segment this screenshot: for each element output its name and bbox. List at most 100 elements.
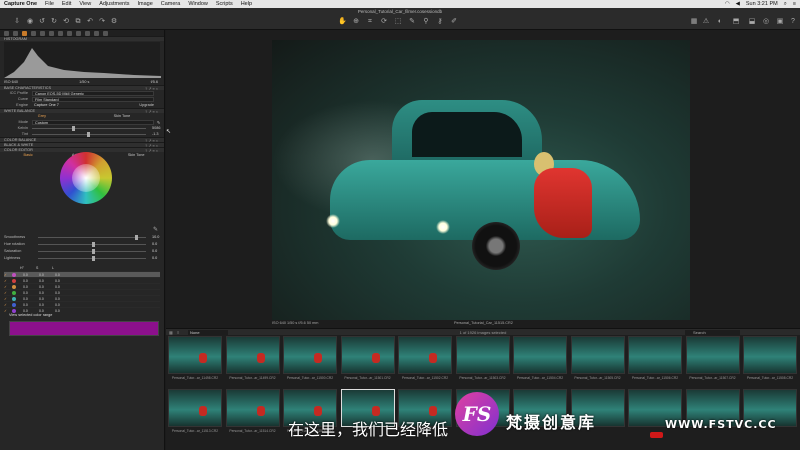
check-icon[interactable]: ✓ xyxy=(4,309,9,313)
import-icon[interactable]: ⇩ xyxy=(13,18,21,26)
smoothness-slider[interactable] xyxy=(38,234,146,240)
kelvin-knob[interactable] xyxy=(71,125,75,131)
hue-rotation-value[interactable]: 0.0 xyxy=(152,242,162,246)
menu-view[interactable]: View xyxy=(79,1,91,7)
check-icon[interactable]: ✓ xyxy=(4,291,9,295)
tab-skin-tone-editor[interactable]: Skin Tone xyxy=(128,153,145,157)
keystone-tool-icon[interactable]: ⬚ xyxy=(394,18,402,26)
color-row-s[interactable]: 0.0 xyxy=(39,297,55,301)
color-picker-icon[interactable]: ✎ xyxy=(153,226,158,233)
lightness-value[interactable]: 0.0 xyxy=(152,256,162,260)
color-row-l[interactable]: 0.0 xyxy=(55,297,71,301)
tool-tab-color[interactable] xyxy=(22,30,27,36)
process-icon[interactable]: ⚙ xyxy=(110,18,118,26)
brush-tool-icon[interactable]: ✎ xyxy=(408,18,416,26)
tint-knob[interactable] xyxy=(86,131,90,137)
thumbnail[interactable] xyxy=(628,336,682,374)
color-row-h[interactable]: 0.0 xyxy=(23,297,39,301)
tool-tab-output[interactable] xyxy=(94,30,99,36)
check-icon[interactable]: ✓ xyxy=(4,303,9,307)
thumbnail[interactable] xyxy=(743,336,797,374)
rotate-left-icon[interactable]: ↺ xyxy=(38,18,46,26)
thumbnail[interactable] xyxy=(168,389,222,427)
picker-tool-icon[interactable]: ⚲ xyxy=(422,18,430,26)
menu-window[interactable]: Window xyxy=(188,1,208,7)
reset-icon[interactable]: ⟲ xyxy=(62,18,70,26)
thumbnail[interactable] xyxy=(168,336,222,374)
lightness-knob[interactable] xyxy=(92,255,95,261)
color-row-s[interactable]: 0.0 xyxy=(39,309,55,313)
hue-rotation-slider[interactable] xyxy=(38,241,146,247)
color-row-s[interactable]: 0.0 xyxy=(39,279,55,283)
main-photo[interactable] xyxy=(272,40,690,320)
tool-tab-local[interactable] xyxy=(67,30,72,36)
image-viewer[interactable]: ISO 640 1/50 s f/5.6 50 mm Personal_Tuto… xyxy=(166,30,800,328)
smoothness-value[interactable]: 10.0 xyxy=(152,235,162,239)
wifi-icon[interactable]: ◠ xyxy=(725,1,730,7)
crop-tool-icon[interactable]: ⌗ xyxy=(366,18,374,26)
tool-tab-composition[interactable] xyxy=(49,30,54,36)
upgrade-button[interactable]: Upgrade xyxy=(139,103,154,107)
tab-grey[interactable]: Grey xyxy=(38,114,46,118)
saturation-knob[interactable] xyxy=(92,248,95,254)
help-icon[interactable]: ? xyxy=(789,18,797,26)
tab-basic[interactable]: Basic xyxy=(24,153,33,157)
volume-icon[interactable]: ◀ xyxy=(736,1,740,7)
zoom-tool-icon[interactable]: ⊕ xyxy=(352,18,360,26)
grid-view-icon[interactable]: ▦ xyxy=(690,18,698,26)
color-row-h[interactable]: 0.0 xyxy=(23,285,39,289)
thumbnail[interactable] xyxy=(570,336,625,374)
thumbnail[interactable] xyxy=(225,336,280,374)
saturation-slider[interactable] xyxy=(38,248,146,254)
thumbnail[interactable] xyxy=(283,336,337,374)
tab-skin-tone[interactable]: Skin Tone xyxy=(114,114,131,118)
color-row-l[interactable]: 0.0 xyxy=(55,291,71,295)
color-row-h[interactable]: 0.0 xyxy=(23,303,39,307)
wb-mode-select[interactable]: Custom xyxy=(32,119,154,125)
color-row-l[interactable]: 0.0 xyxy=(55,279,71,283)
menu-edit[interactable]: Edit xyxy=(62,1,71,7)
undo-icon[interactable]: ↶ xyxy=(86,18,94,26)
color-row-h[interactable]: 0.0 xyxy=(23,273,39,277)
color-row-s[interactable]: 0.0 xyxy=(39,273,55,277)
rotate-tool-icon[interactable]: ⟳ xyxy=(380,18,388,26)
check-icon[interactable]: ✓ xyxy=(4,297,9,301)
tint-value[interactable]: -1.3 xyxy=(152,132,164,136)
thumbnail[interactable] xyxy=(340,336,395,374)
menu-file[interactable]: File xyxy=(45,1,54,7)
icc-profile-select[interactable]: Canon EOS-5D MkII Generic xyxy=(32,90,154,96)
kelvin-value[interactable]: 5086 xyxy=(152,126,164,130)
kelvin-slider[interactable] xyxy=(32,125,146,131)
color-row-l[interactable]: 0.0 xyxy=(55,309,71,313)
clock[interactable]: Sun 3:21 PM xyxy=(746,1,778,7)
color-wheel[interactable] xyxy=(60,152,112,204)
color-row-h[interactable]: 0.0 xyxy=(23,279,39,283)
hue-rotation-knob[interactable] xyxy=(92,241,95,247)
eye-icon[interactable]: ◎ xyxy=(762,18,770,26)
annotate-tool-icon[interactable]: ✐ xyxy=(450,18,458,26)
tool-tab-details[interactable] xyxy=(58,30,63,36)
pan-tool-icon[interactable]: ✋ xyxy=(338,18,347,26)
rotate-right-icon[interactable]: ↻ xyxy=(50,18,58,26)
check-icon[interactable]: ✓ xyxy=(4,285,9,289)
wb-picker-icon[interactable]: ⚷ xyxy=(436,18,444,26)
tool-tab-batch[interactable] xyxy=(103,30,108,36)
view-selected-range-checkbox[interactable]: View selected color range xyxy=(9,313,52,317)
color-row-l[interactable]: 0.0 xyxy=(55,273,71,277)
thumbnail[interactable] xyxy=(513,336,567,374)
thumbnail[interactable] xyxy=(398,336,452,374)
tool-tab-lens[interactable] xyxy=(40,30,45,36)
color-row-s[interactable]: 0.0 xyxy=(39,303,55,307)
menu-adjustments[interactable]: Adjustments xyxy=(99,1,129,7)
lightness-slider[interactable] xyxy=(38,255,146,261)
color-row-h[interactable]: 0.0 xyxy=(23,291,39,295)
color-row-h[interactable]: 0.0 xyxy=(23,309,39,313)
thumbnail[interactable] xyxy=(225,389,280,427)
capture-icon[interactable]: ◉ xyxy=(26,18,34,26)
curve-select[interactable]: Film Standard xyxy=(32,96,154,102)
tint-slider[interactable] xyxy=(32,131,146,137)
thumbnail[interactable] xyxy=(455,336,510,374)
menu-app[interactable]: Capture One xyxy=(4,1,37,7)
color-row-l[interactable]: 0.0 xyxy=(55,303,71,307)
proof-icon[interactable]: ⬓ xyxy=(748,18,756,26)
